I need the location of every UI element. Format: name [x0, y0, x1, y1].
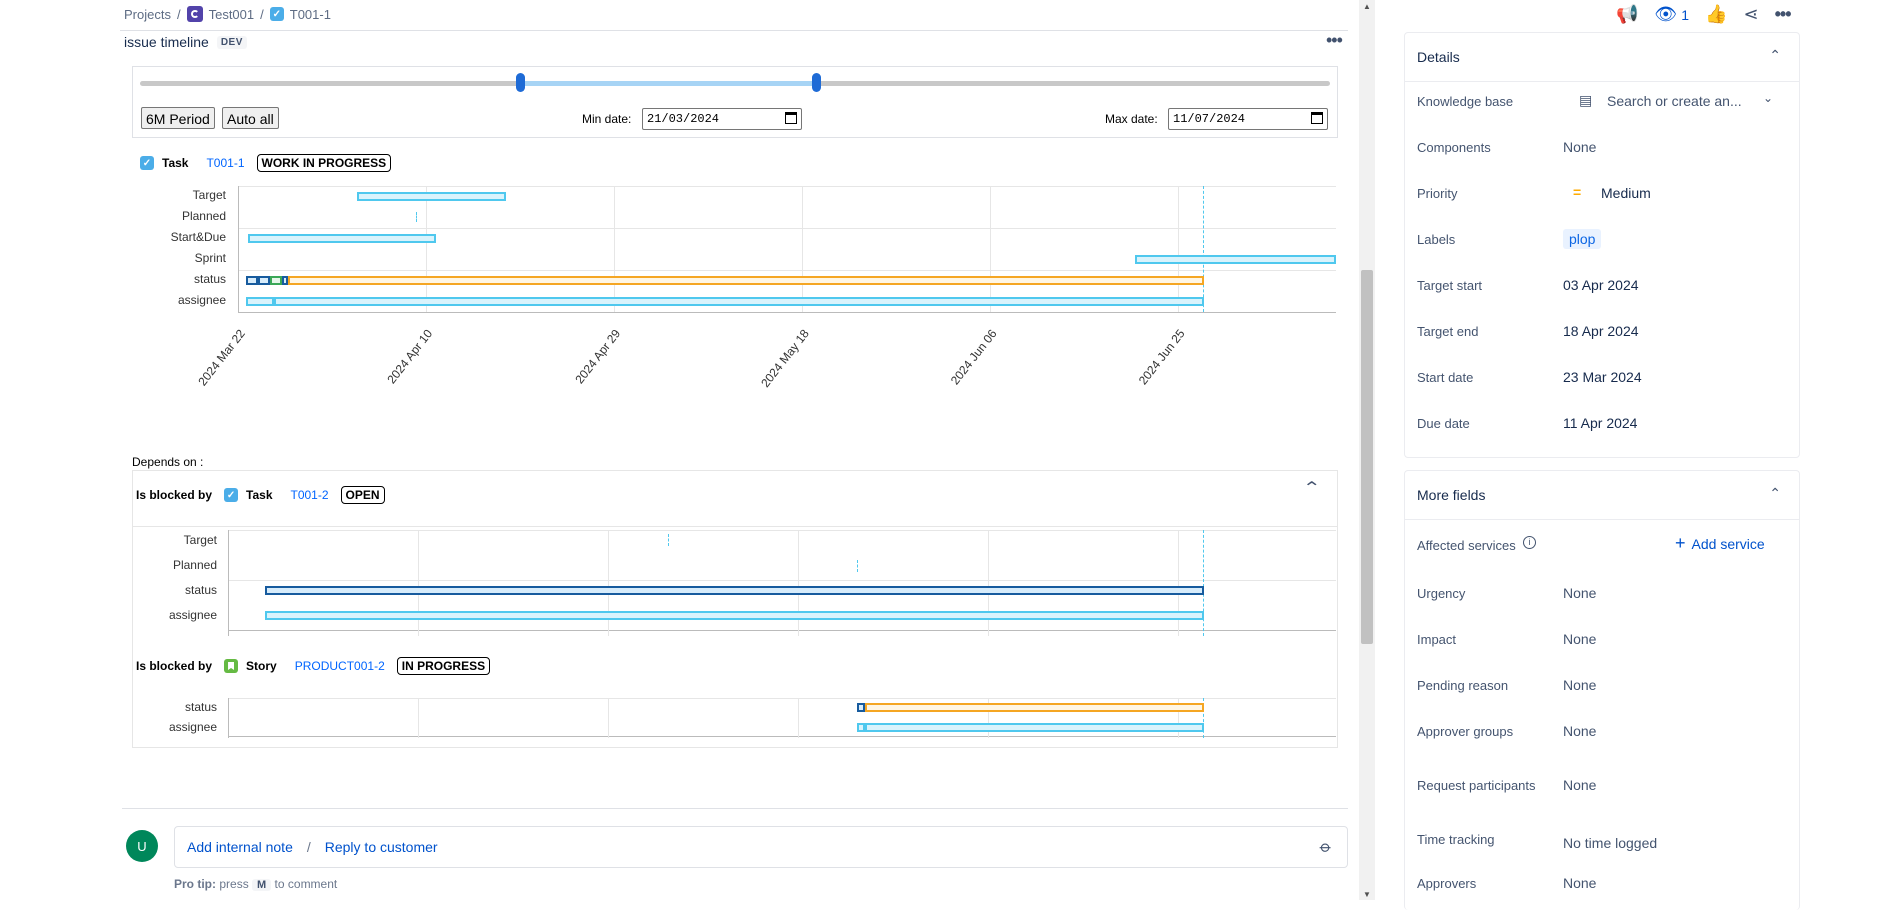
watch-count: 1: [1681, 6, 1690, 23]
add-internal-note-link[interactable]: Add internal note: [187, 839, 293, 855]
y-axis: [228, 698, 229, 738]
chevron-up-icon[interactable]: ⌃: [1769, 47, 1781, 64]
eye-icon: 👁: [1654, 4, 1678, 24]
pro-tip-rest: to comment: [274, 877, 338, 891]
share-icon[interactable]: ⋖: [1744, 4, 1759, 25]
reply-to-customer-link[interactable]: Reply to customer: [325, 839, 438, 855]
gridline: [228, 698, 1336, 699]
start-date-value[interactable]: 23 Mar 2024: [1563, 369, 1642, 385]
approvers-value[interactable]: None: [1563, 875, 1596, 891]
avatar: U: [126, 830, 158, 862]
target-end-value[interactable]: 18 Apr 2024: [1563, 323, 1639, 339]
watch-button[interactable]: 👁 1: [1654, 4, 1689, 25]
knowledge-base-icon: ▤: [1579, 92, 1593, 108]
field-label: Urgency: [1417, 586, 1466, 601]
comment-divider: [122, 808, 1348, 809]
chevron-up-icon[interactable]: ⌃: [1769, 485, 1781, 502]
field-label: Impact: [1417, 632, 1457, 647]
pending-reason-value[interactable]: None: [1563, 677, 1596, 693]
more-actions-icon[interactable]: •••: [1775, 4, 1792, 25]
scroll-down-arrow-icon[interactable]: ▼: [1363, 890, 1371, 899]
field-label: Start date: [1417, 370, 1474, 385]
pro-tip-label: Pro tip:: [174, 877, 216, 891]
field-label: Approvers: [1417, 876, 1477, 891]
row-label-status: status: [184, 700, 217, 714]
priority-value[interactable]: Medium: [1601, 185, 1651, 201]
scrollbar-thumb[interactable]: [1361, 270, 1373, 644]
dependency-2-chart: status assignee: [0, 0, 1350, 750]
request-participants-value[interactable]: None: [1563, 777, 1596, 793]
add-service-label: Add service: [1691, 535, 1765, 552]
scroll-up-arrow-icon[interactable]: ▲: [1363, 2, 1371, 11]
field-label: Labels: [1417, 232, 1456, 247]
info-icon[interactable]: i: [1523, 536, 1536, 549]
components-value[interactable]: None: [1563, 139, 1596, 155]
keyboard-key: M: [252, 879, 272, 891]
pro-tip-press: press: [219, 877, 249, 891]
time-tracking-value[interactable]: No time logged: [1563, 835, 1657, 851]
target-start-value[interactable]: 03 Apr 2024: [1563, 277, 1639, 293]
gridline: [418, 698, 419, 738]
add-service-button[interactable]: + Add service: [1675, 533, 1765, 554]
assignee-bar[interactable]: [865, 723, 1204, 732]
pro-tip: Pro tip: press M to comment: [174, 877, 337, 891]
issue-actions: 📢 👁 1 👍 ⋖ •••: [1616, 4, 1791, 25]
x-axis: [228, 736, 1336, 737]
comment-box[interactable]: Add internal note / Reply to customer ⌀: [174, 826, 1348, 868]
attachment-icon[interactable]: ⌀: [1316, 837, 1337, 858]
gridline: [608, 698, 609, 738]
gridline: [798, 698, 799, 738]
row-label-assignee: assignee: [168, 720, 217, 734]
field-label: Priority: [1417, 186, 1458, 201]
approver-groups-value[interactable]: None: [1563, 723, 1596, 739]
divider: [1405, 519, 1799, 520]
field-label: Components: [1417, 140, 1491, 155]
details-title[interactable]: Details: [1417, 49, 1460, 65]
field-label: Request participants: [1417, 778, 1536, 793]
knowledge-base-select[interactable]: Search or create an...: [1607, 93, 1742, 109]
field-label: Pending reason: [1417, 678, 1509, 693]
field-label: Approver groups: [1417, 724, 1514, 739]
field-label: Target end: [1417, 324, 1479, 339]
divider: [1405, 81, 1799, 82]
impact-value[interactable]: None: [1563, 631, 1596, 647]
due-date-value[interactable]: 11 Apr 2024: [1563, 415, 1637, 431]
assignee-segment-bar[interactable]: [857, 723, 865, 732]
chevron-down-icon[interactable]: ⌄: [1763, 91, 1773, 105]
feedback-megaphone-icon[interactable]: 📢: [1616, 4, 1638, 25]
plus-icon: +: [1675, 533, 1686, 553]
field-label: Affected services: [1417, 538, 1516, 553]
urgency-value[interactable]: None: [1563, 585, 1596, 601]
label-tag[interactable]: plop: [1563, 229, 1602, 249]
field-label: Target start: [1417, 278, 1483, 293]
details-panel: Details ⌃ Knowledge base ▤ Search or cre…: [1404, 32, 1800, 458]
status-segment-bar[interactable]: [857, 703, 865, 712]
thumbs-up-icon[interactable]: 👍: [1705, 4, 1727, 25]
field-label: Knowledge base: [1417, 94, 1514, 109]
more-fields-title[interactable]: More fields: [1417, 487, 1485, 503]
more-fields-panel: More fields ⌃ Affected services i + Add …: [1404, 470, 1800, 910]
status-in-progress-bar[interactable]: [865, 703, 1204, 712]
comment-actions: Add internal note / Reply to customer: [187, 839, 438, 855]
field-label: Due date: [1417, 416, 1470, 431]
field-label: Time tracking: [1417, 832, 1495, 847]
priority-medium-icon: =: [1573, 184, 1582, 200]
slash-separator: /: [306, 839, 311, 855]
